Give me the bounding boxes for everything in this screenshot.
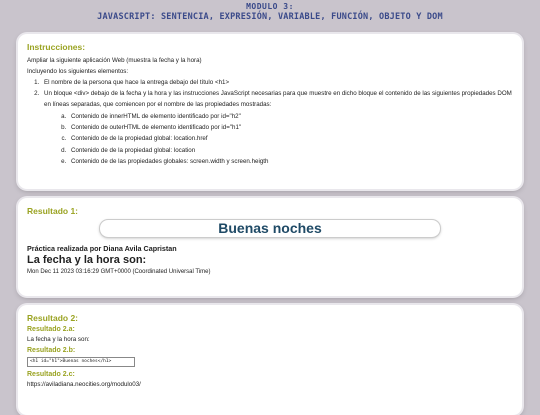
- subitem-c: Contenido de de la propiedad global: loc…: [68, 133, 513, 144]
- subitem-d: Contenido de de la propiedad global: loc…: [68, 145, 513, 156]
- location-href-text: https://aviladiana.neocities.org/modulo0…: [27, 381, 141, 388]
- result-1-title: Resultado 1:: [27, 206, 79, 216]
- instruction-item-2-text: Un bloque <div> debajo de la fecha y la …: [44, 90, 512, 108]
- instruction-sublist: Contenido de innerHTML de elemento ident…: [44, 111, 513, 167]
- result-2-card: Resultado 2: Resultado 2.a: La fecha y l…: [18, 305, 522, 415]
- module-title: MODULO 3:: [246, 2, 294, 11]
- subitem-e: Contenido de de las propiedades globales…: [68, 156, 513, 167]
- instructions-list: El nombre de la persona que hace la entr…: [27, 77, 513, 167]
- greeting-banner: Buenas noches: [100, 220, 440, 237]
- instruction-item-1-text: El nombre de la persona que hace la entr…: [44, 79, 230, 86]
- instructions-intro-2: Incluyendo los siguientes elementos:: [27, 68, 129, 75]
- result-2c-title: Resultado 2.c:: [27, 371, 75, 378]
- instructions-intro-1: Ampliar la siguiente aplicación Web (mue…: [27, 57, 202, 64]
- subitem-b: Contenido de outerHTML de elemento ident…: [68, 122, 513, 133]
- result-2a-title: Resultado 2.a:: [27, 326, 75, 333]
- page-header: MODULO 3: JAVASCRIPT: SENTENCIA, EXPRESI…: [0, 0, 540, 22]
- result-1-card: Resultado 1: Buenas noches Práctica real…: [18, 198, 522, 296]
- result-2-title: Resultado 2:: [27, 313, 79, 323]
- outer-html-field[interactable]: <h1 id="h1">Buenas noches</h1>: [27, 357, 135, 367]
- module-subtitle: JAVASCRIPT: SENTENCIA, EXPRESIÓN, VARIAB…: [97, 12, 443, 22]
- date-heading: La fecha y la hora son:: [27, 254, 147, 266]
- greeting-wrapper: Buenas noches: [27, 220, 513, 238]
- instructions-title: Instrucciones:: [27, 42, 86, 52]
- result-2a-text: La fecha y la hora son:: [27, 336, 90, 343]
- instructions-card: Instrucciones: Ampliar la siguiente apli…: [18, 34, 522, 189]
- subitem-a: Contenido de innerHTML de elemento ident…: [68, 111, 513, 122]
- date-time-value: Mon Dec 11 2023 03:16:29 GMT+0000 (Coord…: [27, 269, 211, 275]
- instruction-item-1: El nombre de la persona que hace la entr…: [41, 77, 513, 88]
- instruction-item-2: Un bloque <div> debajo de la fecha y la …: [41, 88, 513, 167]
- author-line: Práctica realizada por Diana Avila Capri…: [27, 244, 177, 253]
- result-2b-title: Resultado 2.b:: [27, 347, 76, 354]
